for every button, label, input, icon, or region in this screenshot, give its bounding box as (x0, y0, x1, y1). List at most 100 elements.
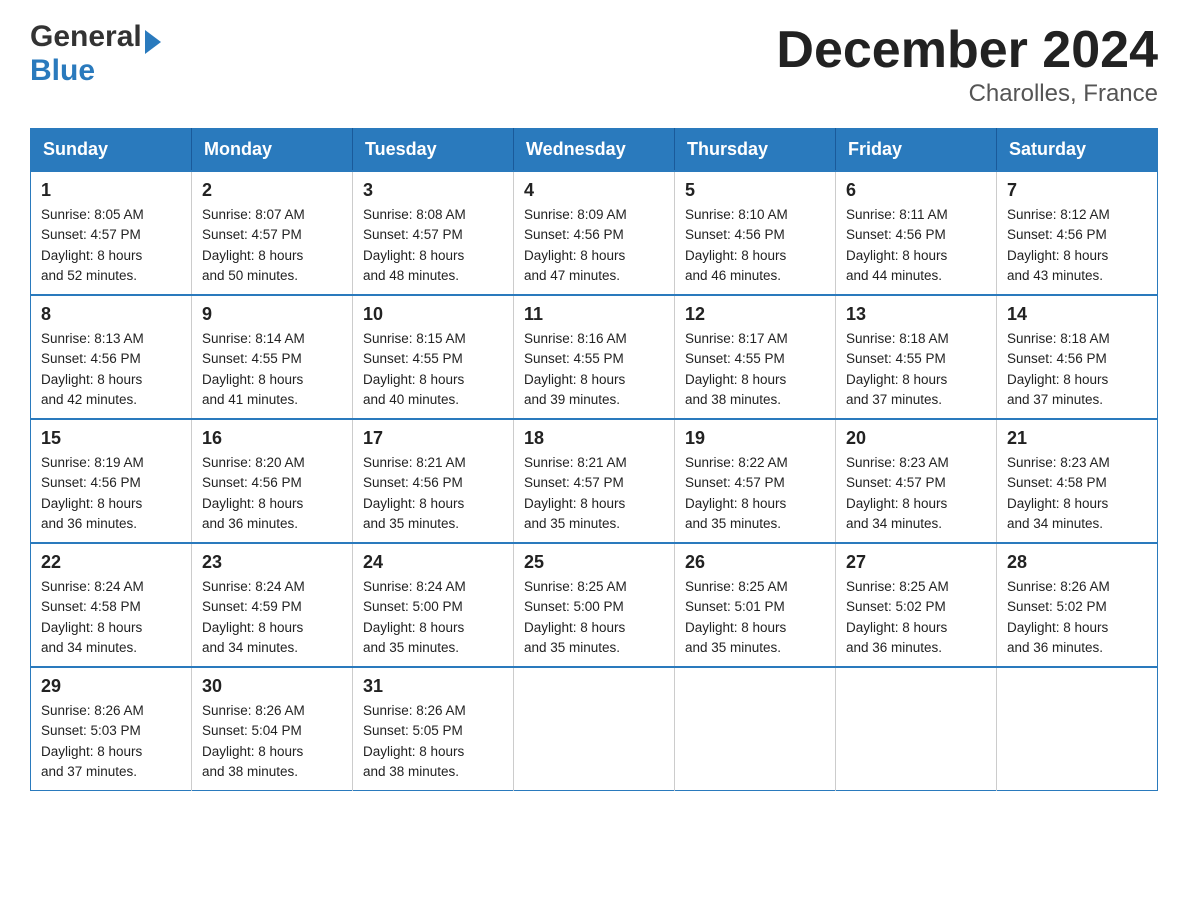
day-info: Sunrise: 8:25 AMSunset: 5:02 PMDaylight:… (846, 577, 986, 658)
calendar-cell (675, 667, 836, 791)
day-number: 2 (202, 180, 342, 201)
day-number: 21 (1007, 428, 1147, 449)
day-number: 1 (41, 180, 181, 201)
day-number: 3 (363, 180, 503, 201)
day-info: Sunrise: 8:24 AMSunset: 4:59 PMDaylight:… (202, 577, 342, 658)
week-row-5: 29 Sunrise: 8:26 AMSunset: 5:03 PMDayligh… (31, 667, 1158, 791)
calendar-cell: 6 Sunrise: 8:11 AMSunset: 4:56 PMDaylight… (836, 171, 997, 295)
calendar-cell: 15Sunrise: 8:19 AMSunset: 4:56 PMDayligh… (31, 419, 192, 543)
day-info: Sunrise: 8:22 AMSunset: 4:57 PMDaylight:… (685, 453, 825, 534)
calendar-cell: 29 Sunrise: 8:26 AMSunset: 5:03 PMDayligh… (31, 667, 192, 791)
calendar-cell (514, 667, 675, 791)
day-info: Sunrise: 8:07 AMSunset: 4:57 PMDaylight:… (202, 205, 342, 286)
day-number: 12 (685, 304, 825, 325)
day-info: Sunrise: 8:16 AMSunset: 4:55 PMDaylight:… (524, 329, 664, 410)
week-row-3: 15Sunrise: 8:19 AMSunset: 4:56 PMDayligh… (31, 419, 1158, 543)
logo: General Blue (30, 20, 161, 87)
day-number: 30 (202, 676, 342, 697)
calendar-subtitle: Charolles, France (776, 80, 1158, 108)
day-info: Sunrise: 8:11 AMSunset: 4:56 PMDaylight:… (846, 205, 986, 286)
calendar-cell: 16Sunrise: 8:20 AMSunset: 4:56 PMDayligh… (192, 419, 353, 543)
calendar-header-row: SundayMondayTuesdayWednesdayThursdayFrid… (31, 129, 1158, 172)
day-number: 28 (1007, 552, 1147, 573)
calendar-cell: 20 Sunrise: 8:23 AMSunset: 4:57 PMDayligh… (836, 419, 997, 543)
calendar-cell: 24 Sunrise: 8:24 AMSunset: 5:00 PMDayligh… (353, 543, 514, 667)
day-number: 17 (363, 428, 503, 449)
day-info: Sunrise: 8:26 AMSunset: 5:05 PMDaylight:… (363, 701, 503, 782)
logo-line1: General (30, 20, 161, 54)
week-row-2: 8 Sunrise: 8:13 AMSunset: 4:56 PMDaylight… (31, 295, 1158, 419)
col-header-tuesday: Tuesday (353, 129, 514, 172)
day-number: 25 (524, 552, 664, 573)
day-info: Sunrise: 8:09 AMSunset: 4:56 PMDaylight:… (524, 205, 664, 286)
day-number: 11 (524, 304, 664, 325)
day-info: Sunrise: 8:20 AMSunset: 4:56 PMDaylight:… (202, 453, 342, 534)
day-info: Sunrise: 8:13 AMSunset: 4:56 PMDaylight:… (41, 329, 181, 410)
day-info: Sunrise: 8:08 AMSunset: 4:57 PMDaylight:… (363, 205, 503, 286)
calendar-cell: 10 Sunrise: 8:15 AMSunset: 4:55 PMDayligh… (353, 295, 514, 419)
day-number: 5 (685, 180, 825, 201)
day-info: Sunrise: 8:17 AMSunset: 4:55 PMDaylight:… (685, 329, 825, 410)
day-number: 18 (524, 428, 664, 449)
calendar-table: SundayMondayTuesdayWednesdayThursdayFrid… (30, 128, 1158, 791)
day-info: Sunrise: 8:18 AMSunset: 4:56 PMDaylight:… (1007, 329, 1147, 410)
day-info: Sunrise: 8:26 AMSunset: 5:02 PMDaylight:… (1007, 577, 1147, 658)
calendar-cell: 4 Sunrise: 8:09 AMSunset: 4:56 PMDaylight… (514, 171, 675, 295)
day-info: Sunrise: 8:18 AMSunset: 4:55 PMDaylight:… (846, 329, 986, 410)
day-info: Sunrise: 8:26 AMSunset: 5:03 PMDaylight:… (41, 701, 181, 782)
day-number: 29 (41, 676, 181, 697)
day-number: 26 (685, 552, 825, 573)
calendar-cell: 14 Sunrise: 8:18 AMSunset: 4:56 PMDayligh… (997, 295, 1158, 419)
day-info: Sunrise: 8:21 AMSunset: 4:57 PMDaylight:… (524, 453, 664, 534)
day-info: Sunrise: 8:15 AMSunset: 4:55 PMDaylight:… (363, 329, 503, 410)
calendar-cell: 19 Sunrise: 8:22 AMSunset: 4:57 PMDayligh… (675, 419, 836, 543)
day-info: Sunrise: 8:12 AMSunset: 4:56 PMDaylight:… (1007, 205, 1147, 286)
col-header-saturday: Saturday (997, 129, 1158, 172)
calendar-cell: 7 Sunrise: 8:12 AMSunset: 4:56 PMDaylight… (997, 171, 1158, 295)
day-number: 24 (363, 552, 503, 573)
day-info: Sunrise: 8:25 AMSunset: 5:00 PMDaylight:… (524, 577, 664, 658)
logo-arrow-icon (145, 30, 161, 54)
page-header: General Blue December 2024 Charolles, Fr… (30, 20, 1158, 108)
day-info: Sunrise: 8:25 AMSunset: 5:01 PMDaylight:… (685, 577, 825, 658)
calendar-cell: 9Sunrise: 8:14 AMSunset: 4:55 PMDaylight… (192, 295, 353, 419)
calendar-cell: 5 Sunrise: 8:10 AMSunset: 4:56 PMDaylight… (675, 171, 836, 295)
calendar-cell: 18 Sunrise: 8:21 AMSunset: 4:57 PMDayligh… (514, 419, 675, 543)
day-number: 9 (202, 304, 342, 325)
calendar-cell: 27Sunrise: 8:25 AMSunset: 5:02 PMDayligh… (836, 543, 997, 667)
day-number: 6 (846, 180, 986, 201)
calendar-cell: 17Sunrise: 8:21 AMSunset: 4:56 PMDayligh… (353, 419, 514, 543)
day-number: 4 (524, 180, 664, 201)
day-number: 10 (363, 304, 503, 325)
calendar-cell: 2 Sunrise: 8:07 AMSunset: 4:57 PMDaylight… (192, 171, 353, 295)
calendar-cell: 31Sunrise: 8:26 AMSunset: 5:05 PMDayligh… (353, 667, 514, 791)
calendar-cell: 23 Sunrise: 8:24 AMSunset: 4:59 PMDayligh… (192, 543, 353, 667)
day-info: Sunrise: 8:24 AMSunset: 4:58 PMDaylight:… (41, 577, 181, 658)
day-number: 8 (41, 304, 181, 325)
day-info: Sunrise: 8:24 AMSunset: 5:00 PMDaylight:… (363, 577, 503, 658)
calendar-cell: 26 Sunrise: 8:25 AMSunset: 5:01 PMDayligh… (675, 543, 836, 667)
col-header-monday: Monday (192, 129, 353, 172)
day-info: Sunrise: 8:26 AMSunset: 5:04 PMDaylight:… (202, 701, 342, 782)
day-number: 14 (1007, 304, 1147, 325)
day-number: 23 (202, 552, 342, 573)
day-info: Sunrise: 8:23 AMSunset: 4:57 PMDaylight:… (846, 453, 986, 534)
col-header-sunday: Sunday (31, 129, 192, 172)
day-number: 20 (846, 428, 986, 449)
calendar-title: December 2024 (776, 20, 1158, 80)
day-number: 19 (685, 428, 825, 449)
day-info: Sunrise: 8:10 AMSunset: 4:56 PMDaylight:… (685, 205, 825, 286)
calendar-cell (997, 667, 1158, 791)
day-info: Sunrise: 8:05 AMSunset: 4:57 PMDaylight:… (41, 205, 181, 286)
day-number: 13 (846, 304, 986, 325)
calendar-cell (836, 667, 997, 791)
title-block: December 2024 Charolles, France (776, 20, 1158, 108)
day-number: 15 (41, 428, 181, 449)
day-info: Sunrise: 8:23 AMSunset: 4:58 PMDaylight:… (1007, 453, 1147, 534)
col-header-thursday: Thursday (675, 129, 836, 172)
calendar-cell: 21 Sunrise: 8:23 AMSunset: 4:58 PMDayligh… (997, 419, 1158, 543)
calendar-cell: 1 Sunrise: 8:05 AMSunset: 4:57 PMDaylight… (31, 171, 192, 295)
calendar-cell: 12 Sunrise: 8:17 AMSunset: 4:55 PMDayligh… (675, 295, 836, 419)
logo-line2: Blue (30, 54, 161, 87)
day-number: 7 (1007, 180, 1147, 201)
